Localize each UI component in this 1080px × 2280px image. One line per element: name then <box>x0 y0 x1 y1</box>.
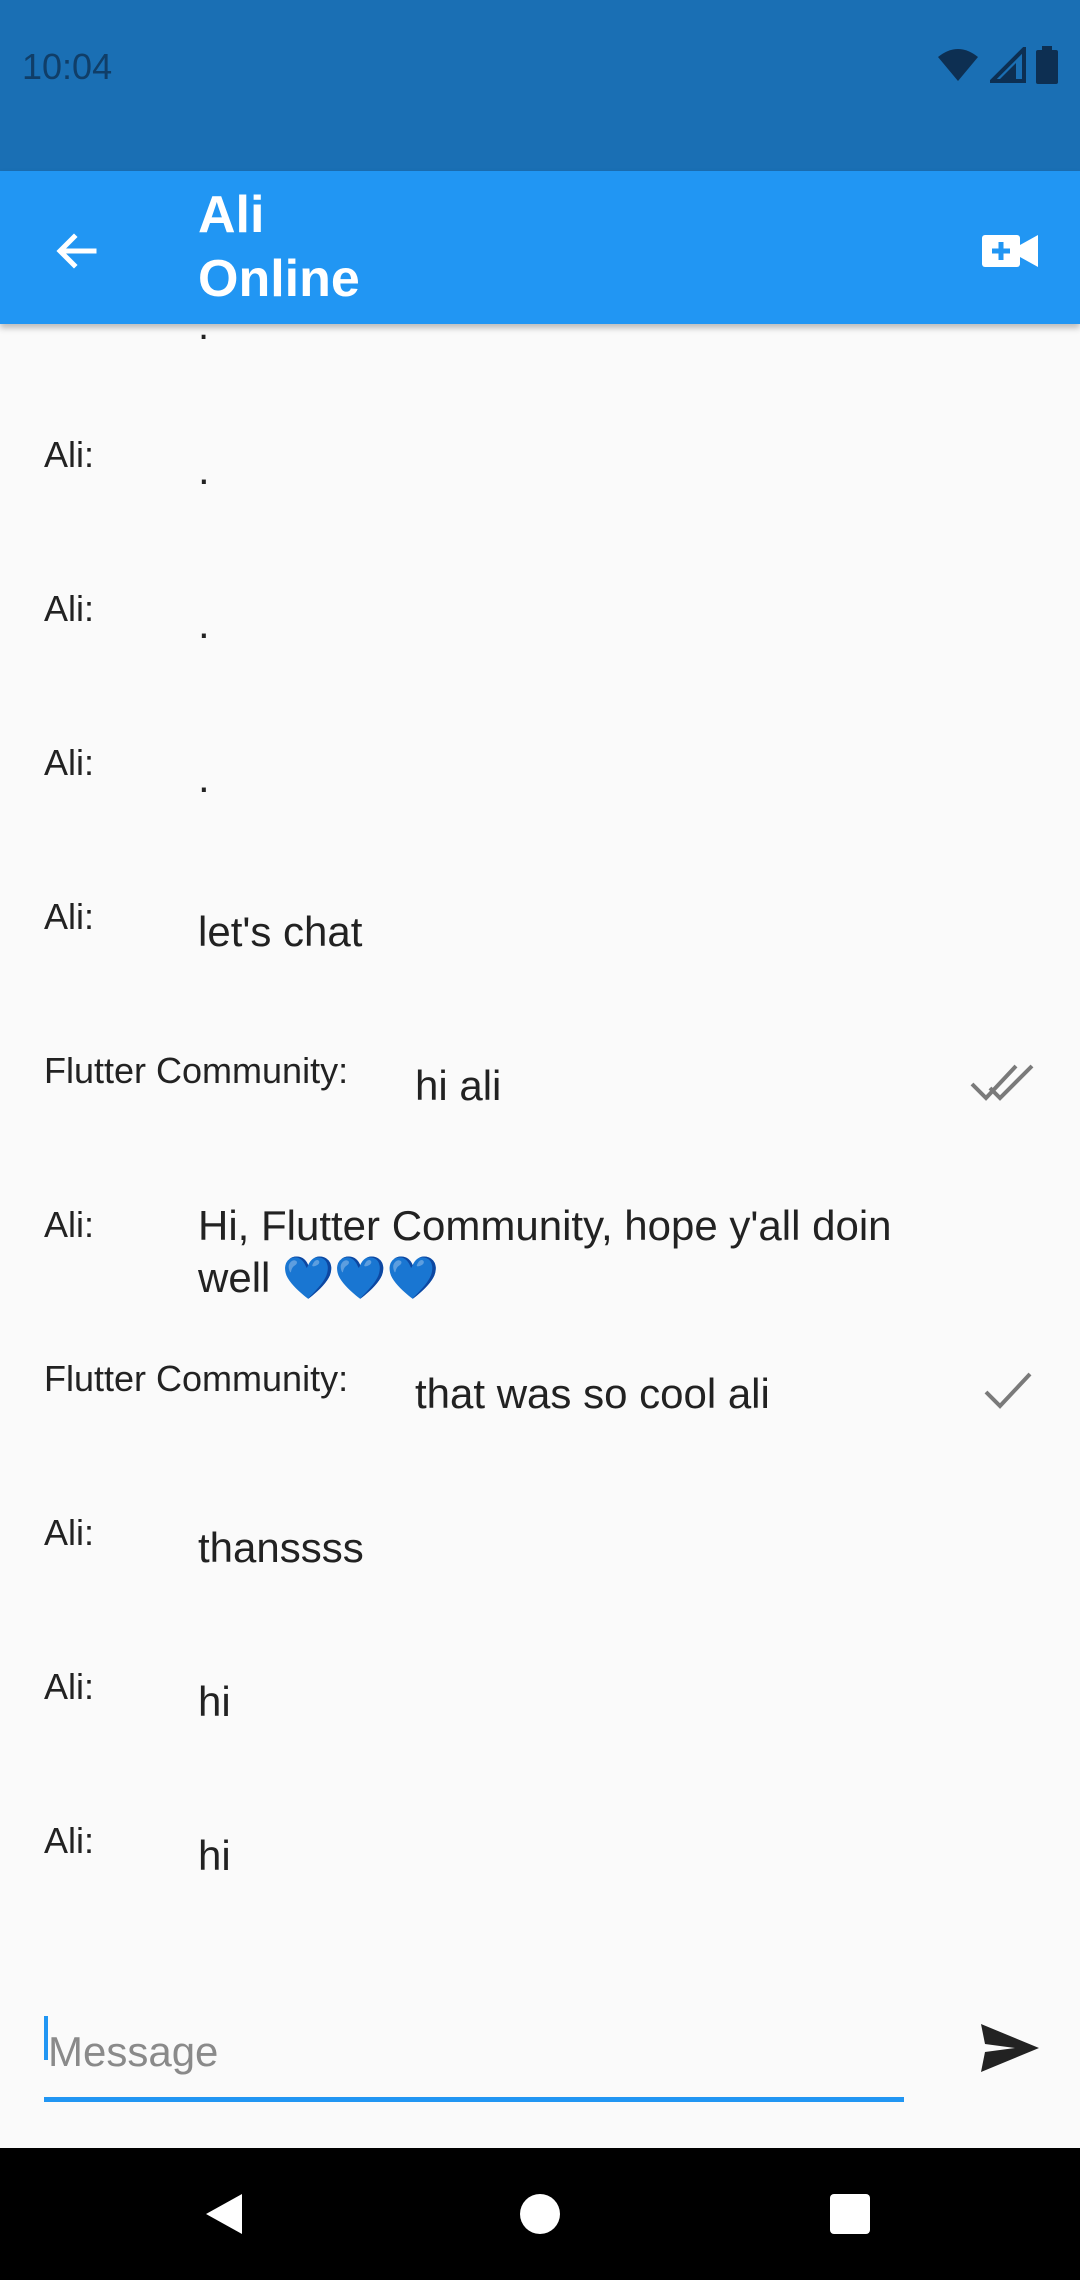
message-sender: Flutter Community: <box>44 1358 349 1399</box>
video-call-button[interactable] <box>970 211 1050 291</box>
message-sender: Ali: <box>44 1820 95 1861</box>
message-sender: Ali: <box>44 434 95 475</box>
message-text: . <box>198 446 210 493</box>
status-time: 10:04 <box>22 46 113 87</box>
message-text: hi <box>198 1832 231 1879</box>
message-text: . <box>198 754 210 801</box>
message-text: let's chat <box>198 908 363 955</box>
message-list[interactable]: . Ali: . Ali: . Ali: . Ali: let's chat F… <box>0 324 1080 1944</box>
message-text: hi ali <box>415 1062 502 1109</box>
message-sender: Ali: <box>44 896 95 937</box>
nav-home-icon <box>520 2194 560 2234</box>
message-input[interactable] <box>44 2006 904 2102</box>
message-sender: Ali: <box>44 742 95 783</box>
nav-recents-icon <box>830 2194 870 2234</box>
battery-icon <box>1036 46 1058 84</box>
nav-back-icon <box>206 2194 242 2234</box>
send-button[interactable] <box>970 2008 1050 2088</box>
chat-title: Ali Online <box>198 183 360 311</box>
signal-icon <box>990 47 1026 83</box>
message-text: thanssss <box>198 1524 364 1571</box>
double-check-icon <box>970 1064 1034 1101</box>
message-text: Hi, Flutter Community, hope y'all doin w… <box>198 1202 892 1301</box>
composer <box>0 1944 1080 2148</box>
wifi-icon <box>938 49 978 81</box>
nav-recents-button[interactable] <box>822 2186 878 2242</box>
app-bar: Ali Online <box>0 171 1080 324</box>
arrow-back-icon <box>56 233 97 269</box>
message-sender: Ali: <box>44 1512 95 1553</box>
message-text: that was so cool ali <box>415 1370 770 1417</box>
contact-status: Online <box>198 250 360 308</box>
back-button[interactable] <box>36 211 116 291</box>
status-bar: 10:04 <box>0 0 1080 171</box>
check-icon <box>984 1372 1032 1409</box>
nav-back-button[interactable] <box>196 2186 252 2242</box>
send-icon <box>981 2024 1039 2072</box>
message-sender: Flutter Community: <box>44 1050 349 1091</box>
status-icons <box>936 46 1058 84</box>
message-sender: Ali: <box>44 1666 95 1707</box>
message-sender: Ali: <box>44 1204 95 1245</box>
video-call-icon <box>982 235 1038 267</box>
system-nav-bar <box>0 2148 1080 2280</box>
contact-name: Ali <box>198 186 265 244</box>
partial-message: . <box>198 324 210 348</box>
message-text: hi <box>198 1678 231 1725</box>
message-sender: Ali: <box>44 588 95 629</box>
nav-home-button[interactable] <box>512 2186 568 2242</box>
message-text: . <box>198 600 210 647</box>
text-caret <box>44 2016 48 2060</box>
